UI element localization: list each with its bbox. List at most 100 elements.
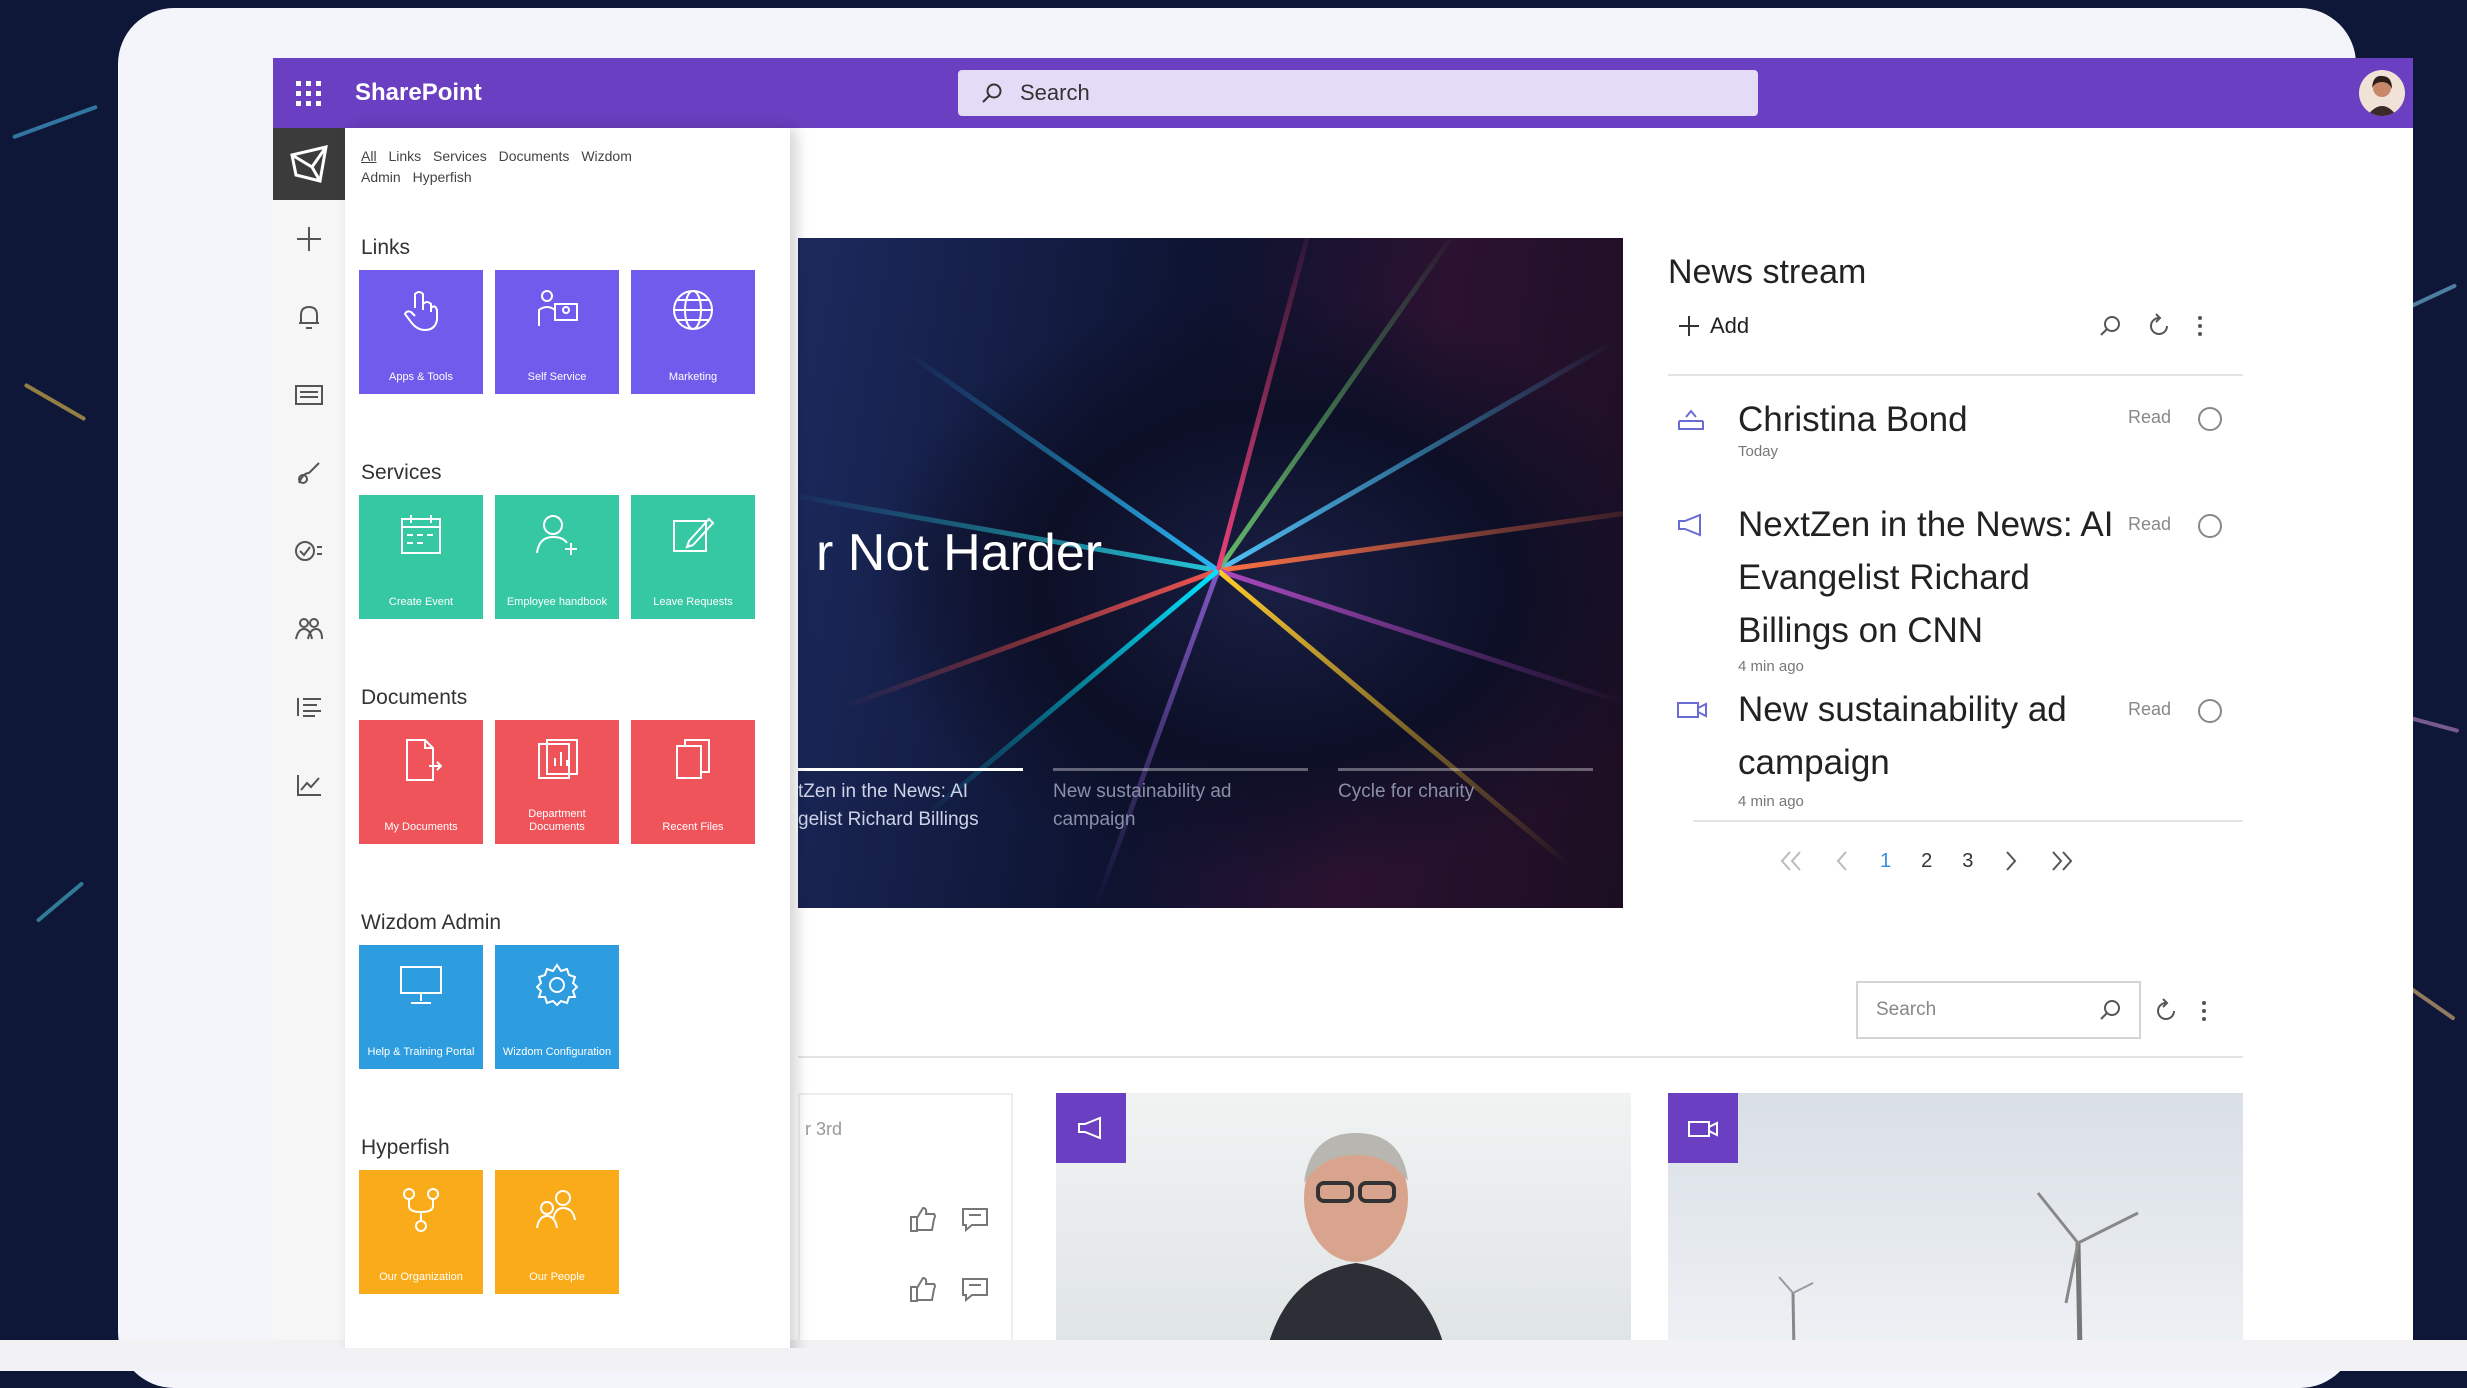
tab-admin[interactable]: Admin xyxy=(361,169,401,185)
search-icon[interactable] xyxy=(2098,314,2122,338)
news-stream-title: News stream xyxy=(1668,253,1867,291)
tab-services[interactable]: Services xyxy=(433,148,487,164)
news-item[interactable]: NextZen in the News: AI Evangelist Richa… xyxy=(1668,498,2228,678)
feed-search-input[interactable] xyxy=(1874,998,2098,1022)
carousel-indicator xyxy=(1338,768,1593,771)
tile-recent-files[interactable]: Recent Files xyxy=(631,720,755,844)
tile-label: Apps & Tools xyxy=(388,371,453,383)
carousel-caption-2[interactable]: New sustainability ad campaign xyxy=(1053,778,1293,834)
section-title-links: Links xyxy=(361,236,411,259)
page-2[interactable]: 2 xyxy=(1921,850,1932,873)
tile-label: Create Event xyxy=(388,596,454,608)
search-icon xyxy=(982,83,1002,103)
search-icon[interactable] xyxy=(2098,998,2122,1022)
hero-carousel[interactable]: r Not Harder tZen in the News: AI gelist… xyxy=(798,238,1623,908)
tile-department-documents[interactable]: Department Documents xyxy=(495,720,619,844)
list-icon[interactable] xyxy=(273,668,345,746)
more-icon[interactable] xyxy=(2196,314,2204,338)
read-toggle[interactable] xyxy=(2198,514,2222,538)
video-icon xyxy=(1688,1121,1718,1137)
refresh-icon[interactable] xyxy=(2146,313,2172,339)
video-icon xyxy=(1677,702,1707,718)
app-title[interactable]: SharePoint xyxy=(355,79,482,107)
suite-bar: SharePoint xyxy=(273,58,2413,128)
news-card-image[interactable] xyxy=(1668,1093,2243,1348)
first-page-icon[interactable] xyxy=(1778,848,1804,874)
news-item-title[interactable]: New sustainability ad campaign xyxy=(1738,683,2138,789)
tab-links[interactable]: Links xyxy=(388,148,421,164)
comment-icon[interactable] xyxy=(960,1275,990,1303)
read-label: Read xyxy=(2128,407,2172,427)
plus-icon[interactable] xyxy=(273,200,345,278)
tasks-icon[interactable] xyxy=(273,512,345,590)
tile-our-people[interactable]: Our People xyxy=(495,1170,619,1294)
news-card-image[interactable] xyxy=(1056,1093,1631,1348)
more-icon[interactable] xyxy=(2200,999,2208,1023)
tile-label: My Documents xyxy=(384,821,458,833)
read-toggle[interactable] xyxy=(2198,407,2222,431)
news-icon[interactable] xyxy=(273,356,345,434)
calendar-icon xyxy=(401,515,441,554)
carousel-caption-3[interactable]: Cycle for charity xyxy=(1338,778,1578,806)
people-board-icon xyxy=(538,290,578,326)
plus-icon xyxy=(1679,316,1699,336)
tab-documents[interactable]: Documents xyxy=(499,148,570,164)
tile-marketing[interactable]: Marketing xyxy=(631,270,755,394)
carousel-indicator xyxy=(1053,768,1308,771)
tile-employee-handbook[interactable]: Employee handbook xyxy=(495,495,619,619)
prev-page-icon[interactable] xyxy=(1834,848,1850,874)
read-label: Read xyxy=(2128,514,2172,534)
tile-label: Our Organization xyxy=(379,1271,463,1283)
comment-icon[interactable] xyxy=(960,1205,990,1233)
tile-label: Our People xyxy=(529,1271,585,1283)
globe-icon xyxy=(673,290,713,330)
app-launcher-button[interactable] xyxy=(273,58,343,128)
copy-icon xyxy=(676,739,710,779)
tile-apps-tools[interactable]: Apps & Tools xyxy=(359,270,483,394)
next-page-icon[interactable] xyxy=(2003,848,2019,874)
left-rail xyxy=(273,128,345,1348)
hero-title[interactable]: r Not Harder xyxy=(816,523,1102,583)
megaphone-icon xyxy=(1078,1116,1101,1140)
org-icon xyxy=(403,1188,439,1232)
search-input[interactable] xyxy=(1018,79,1722,107)
read-toggle[interactable] xyxy=(2198,699,2222,723)
avatar[interactable] xyxy=(2359,70,2405,116)
tab-wizdom[interactable]: Wizdom xyxy=(581,148,632,164)
feed-search[interactable] xyxy=(1856,981,2141,1039)
news-item[interactable]: New sustainability ad campaign 4 min ago… xyxy=(1668,683,2228,823)
add-news-button[interactable]: Add xyxy=(1678,313,1749,339)
tile-leave-requests[interactable]: Leave Requests xyxy=(631,495,755,619)
global-search[interactable] xyxy=(958,70,1758,116)
feed-card[interactable]: r 3rd xyxy=(798,1093,1013,1348)
paint-icon[interactable] xyxy=(273,434,345,512)
chart-icon[interactable] xyxy=(273,746,345,824)
tab-all[interactable]: All xyxy=(361,148,377,164)
wind-turbine-photo xyxy=(1778,1276,1814,1348)
like-icon[interactable] xyxy=(908,1205,938,1233)
tile-label: Employee handbook xyxy=(506,596,608,608)
sharepoint-screen: SharePoint Search r Not Harder tZen in t… xyxy=(273,58,2413,1348)
last-page-icon[interactable] xyxy=(2049,848,2075,874)
page-3[interactable]: 3 xyxy=(1962,850,1973,873)
tile-our-organization[interactable]: Our Organization xyxy=(359,1170,483,1294)
carousel-caption-1[interactable]: tZen in the News: AI gelist Richard Bill… xyxy=(798,778,1028,834)
page-1[interactable]: 1 xyxy=(1880,850,1891,873)
tile-wizdom-configuration[interactable]: Wizdom Configuration xyxy=(495,945,619,1069)
like-icon[interactable] xyxy=(908,1275,938,1303)
person-photo xyxy=(1267,1133,1445,1348)
bell-icon[interactable] xyxy=(273,278,345,356)
tile-create-event[interactable]: Create Event xyxy=(359,495,483,619)
news-item-title[interactable]: NextZen in the News: AI Evangelist Richa… xyxy=(1738,498,2138,657)
tab-hyperfish[interactable]: Hyperfish xyxy=(413,169,472,185)
tile-help-training-portal[interactable]: Help & Training Portal xyxy=(359,945,483,1069)
refresh-icon[interactable] xyxy=(2153,998,2179,1024)
tile-self-service[interactable]: Self Service xyxy=(495,270,619,394)
news-item-title[interactable]: Christina Bond xyxy=(1738,393,2138,446)
news-pagination: 1 2 3 xyxy=(1778,848,2075,874)
people-icon[interactable] xyxy=(273,590,345,668)
tile-my-documents[interactable]: My Documents xyxy=(359,720,483,844)
brand-logo-icon[interactable] xyxy=(273,128,345,200)
news-item[interactable]: Christina Bond Today Read xyxy=(1668,393,2228,473)
news-toolbar xyxy=(2098,313,2204,339)
